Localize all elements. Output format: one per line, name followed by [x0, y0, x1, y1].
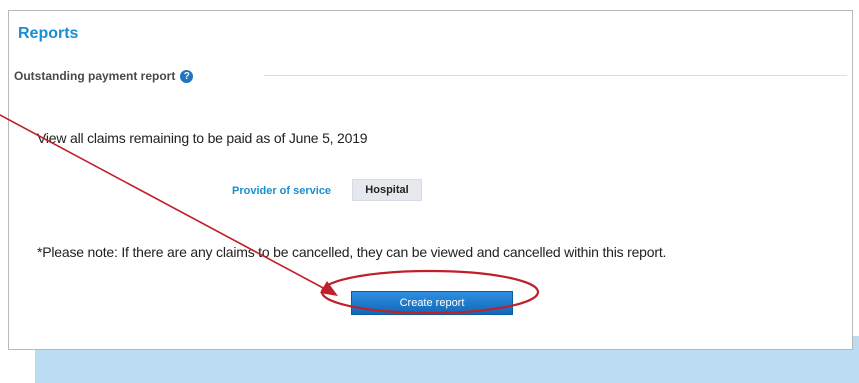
reports-title: Reports — [18, 25, 79, 42]
note-text: *Please note: If there are any claims to… — [37, 244, 667, 260]
section-header: Outstanding payment report ? — [14, 69, 194, 83]
section-divider — [264, 75, 847, 76]
provider-label: Provider of service — [232, 185, 332, 197]
screenshot-stage: Reports Outstanding payment report ? Vie… — [0, 0, 859, 383]
provider-value: Hospital — [352, 179, 422, 201]
intro-text: View all claims remaining to be paid as … — [37, 130, 368, 146]
section-title: Outstanding payment report — [14, 69, 176, 83]
create-report-button[interactable]: Create report — [351, 291, 513, 315]
reports-panel: Reports Outstanding payment report ? Vie… — [8, 10, 853, 350]
help-icon[interactable]: ? — [180, 69, 194, 83]
